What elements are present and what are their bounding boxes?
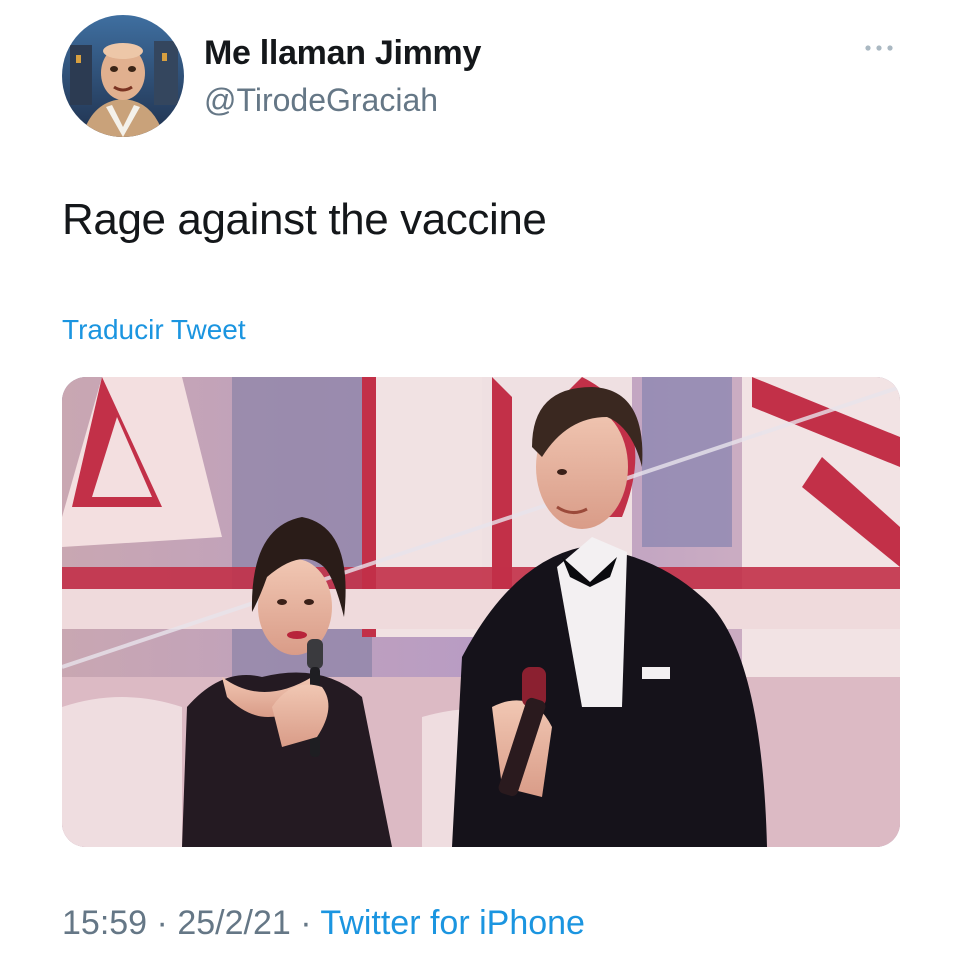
translate-tweet-link[interactable]: Traducir Tweet bbox=[62, 314, 246, 346]
meta-separator: · bbox=[156, 904, 168, 942]
tweet-text: Rage against the vaccine bbox=[62, 195, 547, 244]
avatar-image bbox=[62, 15, 184, 137]
tweet-meta: 15:59 · 25/2/21 · Twitter for iPhone bbox=[62, 904, 585, 943]
meta-separator: · bbox=[300, 904, 312, 942]
more-options-icon[interactable] bbox=[860, 38, 900, 58]
user-handle[interactable]: @TirodeGraciah bbox=[204, 82, 438, 119]
photo-image bbox=[62, 377, 900, 847]
tweet-time: 15:59 bbox=[62, 904, 148, 942]
tweet-card: Me llaman Jimmy @TirodeGraciah Rage agai… bbox=[0, 0, 960, 960]
tweet-media-photo[interactable] bbox=[62, 377, 900, 847]
display-name[interactable]: Me llaman Jimmy bbox=[204, 34, 481, 73]
tweet-date: 25/2/21 bbox=[177, 904, 291, 942]
tweet-source-link[interactable]: Twitter for iPhone bbox=[320, 904, 585, 942]
profile-avatar[interactable] bbox=[62, 15, 184, 137]
